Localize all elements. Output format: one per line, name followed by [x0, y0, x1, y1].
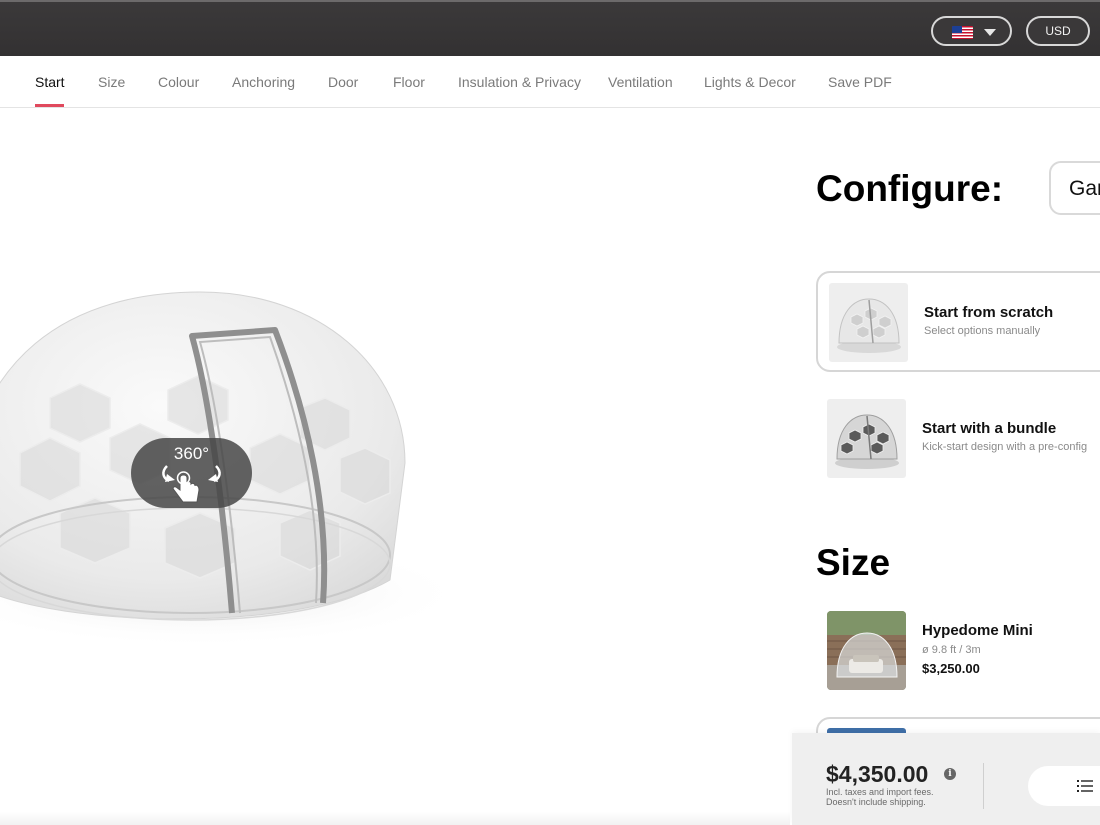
- chevron-down-icon: [984, 29, 996, 36]
- hypedome-mini-photo: [827, 611, 906, 690]
- option-title: Start with a bundle: [922, 420, 1057, 437]
- tab-size[interactable]: Size: [98, 74, 125, 90]
- size-price: $3,250.00: [922, 661, 980, 676]
- tab-lights-decor[interactable]: Lights & Decor: [704, 74, 796, 90]
- tab-start[interactable]: Start: [35, 74, 65, 90]
- active-tab-indicator: [35, 104, 64, 107]
- viewer-bottom-edge: [0, 812, 790, 825]
- configure-title: Configure:: [816, 168, 1004, 209]
- option-subtitle: Select options manually: [924, 325, 1041, 337]
- rotate-360-hint[interactable]: 360°: [131, 438, 252, 508]
- price-note-shipping: Doesn't include shipping.: [826, 797, 926, 807]
- hand-rotate-360-icon: [162, 465, 221, 503]
- size-title: Size: [816, 542, 891, 583]
- size-dimension: ø 9.8 ft / 3m: [922, 644, 981, 656]
- info-icon[interactable]: i: [944, 768, 956, 780]
- us-flag-icon: [952, 26, 973, 39]
- dome-type-select[interactable]: Gar: [1049, 161, 1100, 215]
- summary-button[interactable]: [1028, 766, 1100, 806]
- dome-model: [0, 291, 470, 648]
- tab-door[interactable]: Door: [328, 74, 358, 90]
- size-option-hypedome-mini[interactable]: Hypedome Mini ø 9.8 ft / 3m $3,250.00: [816, 600, 1100, 701]
- size-name: Hypedome Mini: [922, 622, 1033, 639]
- tab-colour[interactable]: Colour: [158, 74, 199, 90]
- config-steps-nav: Start Size Colour Anchoring Door Floor I…: [0, 56, 1100, 108]
- option-title: Start from scratch: [924, 304, 1054, 321]
- tab-floor[interactable]: Floor: [393, 74, 425, 90]
- currency-selector[interactable]: USD: [1026, 16, 1090, 46]
- option-subtitle: Kick-start design with a pre-config: [922, 441, 1088, 453]
- clear-dome-thumbnail: [829, 283, 908, 362]
- tab-ventilation[interactable]: Ventilation: [608, 74, 673, 90]
- start-from-scratch-card[interactable]: Start from scratch Select options manual…: [816, 271, 1100, 372]
- tab-save-pdf[interactable]: Save PDF: [828, 74, 892, 90]
- dome-type-select-value: Gar: [1069, 177, 1100, 200]
- list-icon: [1077, 780, 1093, 792]
- total-price: $4,350.00: [826, 761, 929, 787]
- tab-anchoring[interactable]: Anchoring: [232, 74, 295, 90]
- bundle-dome-thumbnail: [827, 399, 906, 478]
- country-selector[interactable]: [931, 16, 1012, 46]
- price-note-taxes: Incl. taxes and import fees.: [826, 787, 934, 797]
- price-footer: $4,350.00 i Incl. taxes and import fees.…: [792, 733, 1100, 825]
- tab-insulation-privacy[interactable]: Insulation & Privacy: [458, 74, 581, 90]
- start-with-bundle-card[interactable]: Start with a bundle Kick-start design wi…: [816, 389, 1100, 490]
- dome-3d-viewer[interactable]: 360°: [0, 108, 790, 825]
- top-bar: USD: [0, 0, 1100, 56]
- footer-divider: [983, 763, 984, 809]
